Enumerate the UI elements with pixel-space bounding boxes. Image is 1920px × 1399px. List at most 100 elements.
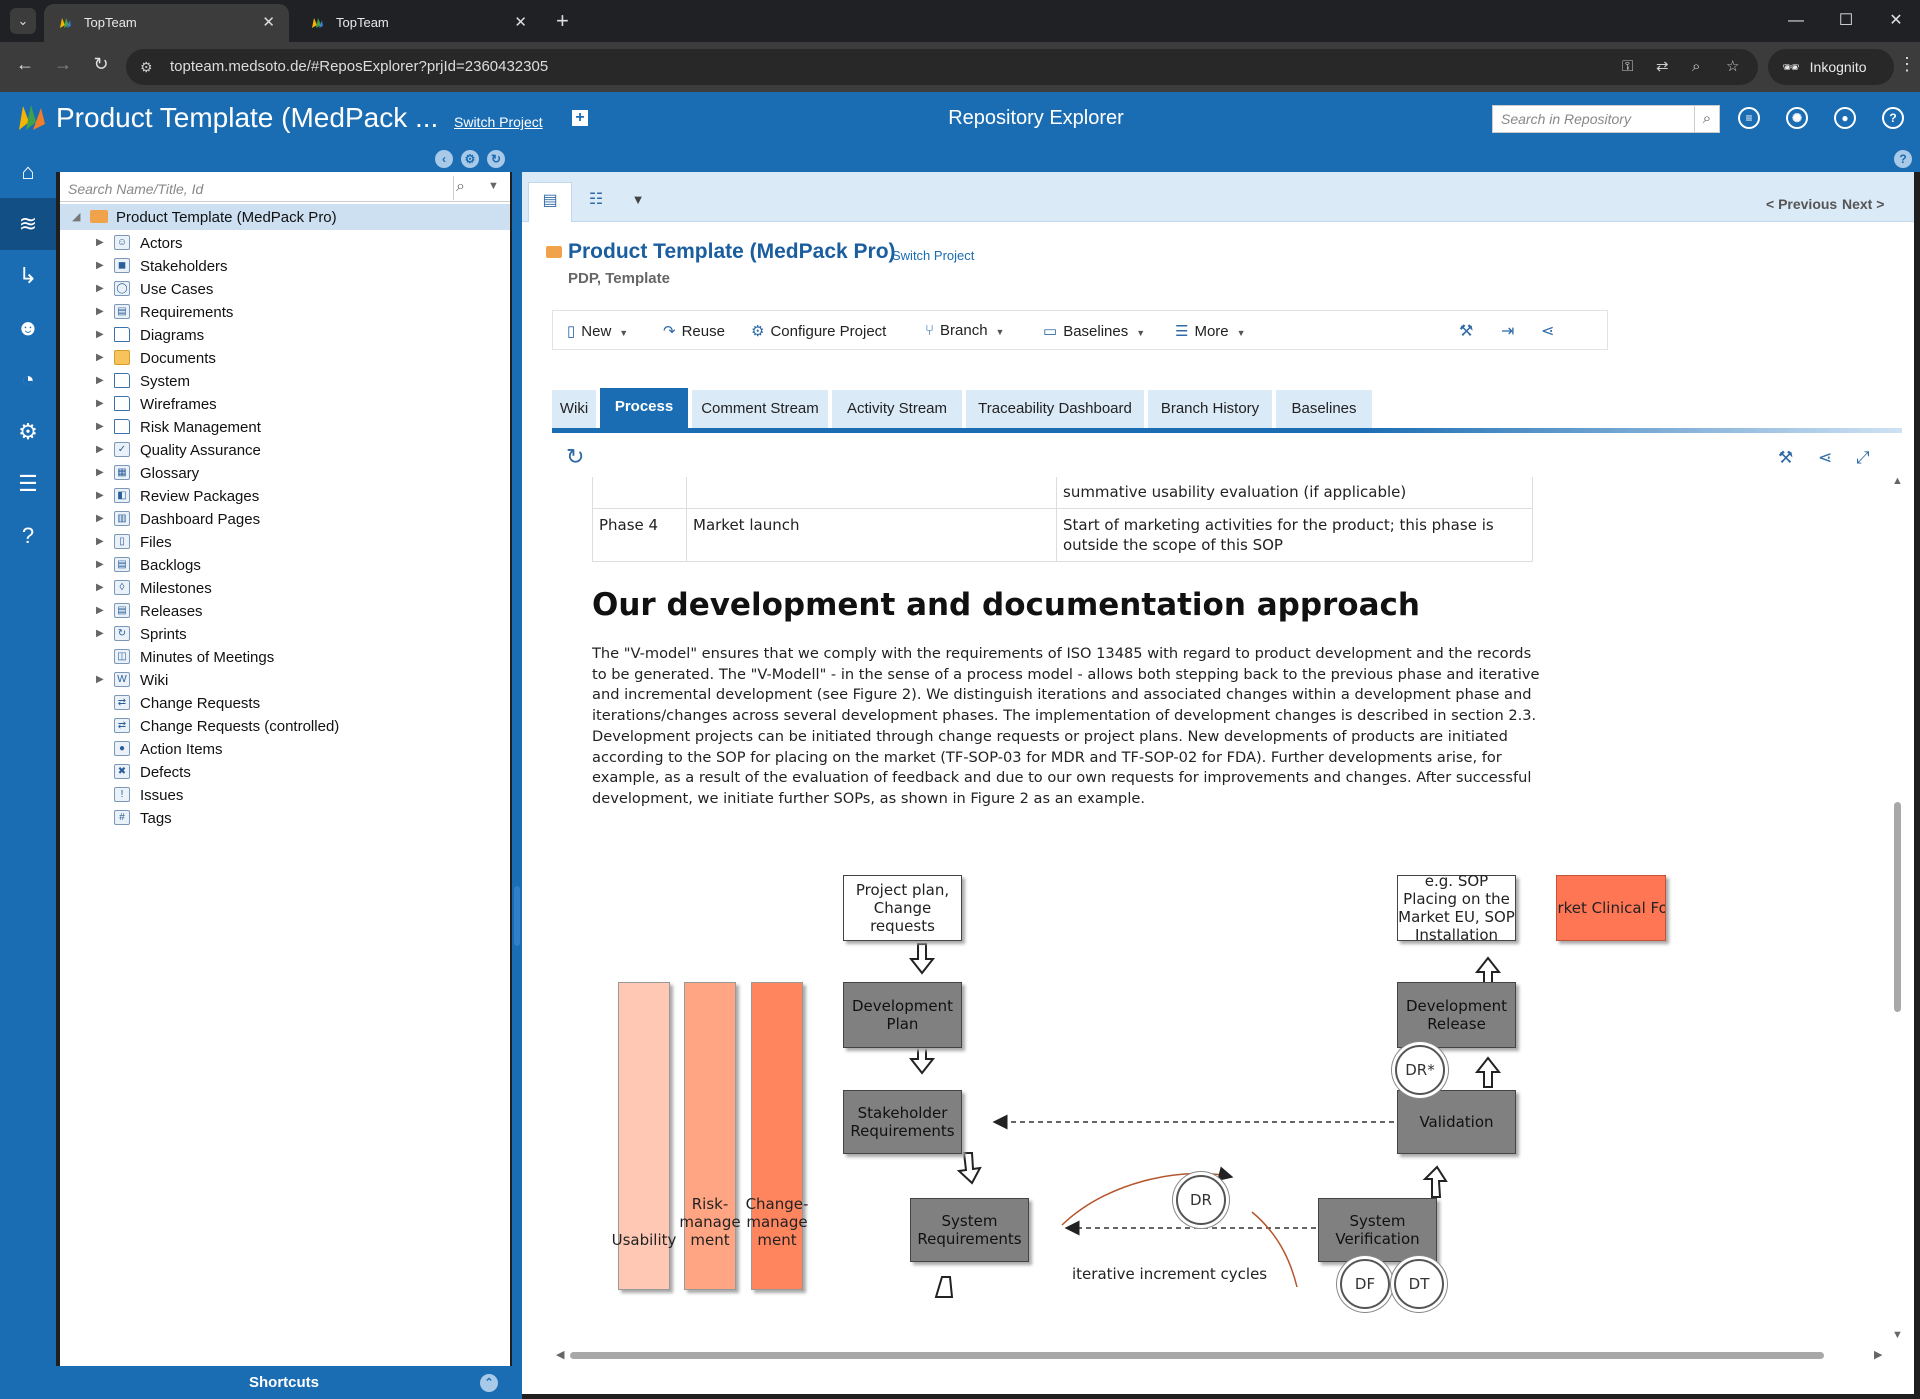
panel-splitter[interactable] (512, 146, 522, 1399)
wiki-share-icon[interactable]: ⋖ (1818, 448, 1832, 468)
baselines-button[interactable]: ▭ Baselines ▼ (1043, 322, 1145, 340)
expand-arrow-icon[interactable]: ▶ (96, 559, 104, 570)
expand-arrow-icon[interactable]: ▶ (96, 283, 104, 294)
context-help-icon[interactable]: ? (1894, 150, 1912, 168)
previous-link[interactable]: < Previous (1766, 196, 1837, 212)
repository-database-icon[interactable]: ≋ (0, 198, 56, 250)
horizontal-scrollbar[interactable]: ◀ ▶ (552, 1348, 1892, 1362)
next-link[interactable]: Next > (1842, 196, 1884, 212)
aperture-icon[interactable]: ✺ (1786, 107, 1808, 129)
user-profile-icon[interactable]: ● (1834, 107, 1856, 129)
help-icon[interactable]: ? (1882, 107, 1904, 129)
help-question-icon[interactable]: ? (0, 510, 56, 562)
vertical-scroll-thumb[interactable] (1894, 802, 1901, 1012)
details-view-icon[interactable]: ▤ (528, 182, 572, 222)
tree-settings-gear-icon[interactable]: ⚙ (461, 150, 479, 168)
scroll-left-arrow-icon[interactable]: ◀ (556, 1348, 564, 1361)
reload-icon[interactable]: ↻ (88, 54, 114, 75)
tree-view-icon[interactable]: ☷ (574, 182, 618, 222)
switch-project-link-main[interactable]: Switch Project (892, 248, 974, 263)
tree-search-input[interactable]: Search Name/Title, Id ⌕ ▼ (60, 174, 510, 202)
tab-process[interactable]: Process (600, 388, 688, 428)
password-key-icon[interactable]: ⚿ (1622, 49, 1633, 85)
expand-arrow-icon[interactable]: ▶ (96, 582, 104, 593)
forward-arrow-icon[interactable]: → (50, 54, 76, 75)
browser-menu-icon[interactable]: ⋮ (1898, 54, 1916, 75)
address-bar[interactable]: ⚙ topteam.medsoto.de/#ReposExplorer?prjI… (126, 49, 1758, 85)
maximize-window-button[interactable]: ☐ (1826, 4, 1866, 38)
reuse-button[interactable]: ↷ Reuse (663, 322, 725, 340)
search-icon[interactable]: ⌕ (1694, 105, 1720, 133)
zoom-icon[interactable]: ⌕ (1692, 49, 1700, 85)
tree-root-node[interactable]: ◢ Product Template (MedPack Pro) (60, 204, 510, 230)
expand-arrow-icon[interactable]: ▶ (96, 375, 104, 386)
scroll-right-arrow-icon[interactable]: ▶ (1874, 1348, 1882, 1361)
site-info-icon[interactable]: ⚙ (140, 49, 153, 85)
expand-arrow-icon[interactable]: ▶ (96, 306, 104, 317)
minimize-window-button[interactable]: — (1776, 4, 1816, 38)
export-icon[interactable]: ⇥ (1501, 321, 1514, 341)
horizontal-scroll-thumb[interactable] (570, 1352, 1824, 1359)
close-tab-icon[interactable]: ✕ (514, 4, 527, 42)
repository-search-input[interactable]: Search in Repository (1492, 105, 1696, 133)
close-window-button[interactable]: ✕ (1876, 4, 1916, 38)
expand-arrow-icon[interactable]: ▶ (96, 536, 104, 547)
tab-comment-stream[interactable]: Comment Stream (692, 390, 828, 428)
tab-wiki[interactable]: Wiki (552, 390, 596, 428)
pie-chart-icon[interactable]: ◔ (0, 354, 56, 406)
tree-item-tags[interactable]: # Tags (60, 805, 510, 831)
collapse-panel-icon[interactable]: ‹ (435, 150, 453, 168)
refresh-icon[interactable]: ↻ (566, 444, 584, 470)
views-dropdown-icon[interactable]: ▼ (616, 182, 660, 222)
expand-arrow-icon[interactable]: ▶ (96, 674, 104, 685)
scroll-up-arrow-icon[interactable]: ▲ (1892, 475, 1903, 487)
vertical-scrollbar[interactable]: ▲ ▼ (1890, 475, 1904, 1347)
new-button[interactable]: ▯ New ▼ (567, 322, 628, 340)
tab-baselines[interactable]: Baselines (1276, 390, 1372, 428)
tree-refresh-icon[interactable]: ↻ (487, 150, 505, 168)
expand-arrow-icon[interactable]: ▶ (96, 421, 104, 432)
tools-icon[interactable]: ⚒ (1459, 321, 1473, 341)
fullscreen-icon[interactable]: ⤢ (1856, 448, 1870, 468)
expand-arrow-icon[interactable]: ▶ (96, 605, 104, 616)
translate-icon[interactable]: ⇄ (1656, 49, 1669, 85)
settings-gear-icon[interactable]: ⚙ (0, 406, 56, 458)
close-tab-icon[interactable]: ✕ (262, 4, 275, 42)
browser-tab-1[interactable]: TopTeam ✕ (44, 4, 289, 42)
expanded-arrow-icon[interactable]: ◢ (72, 210, 80, 223)
expand-arrow-icon[interactable]: ▶ (96, 513, 104, 524)
tab-search-button[interactable]: ⌄ (10, 8, 36, 34)
tree-search-icon[interactable]: ⌕ (456, 178, 465, 196)
expand-arrow-icon[interactable]: ▶ (96, 628, 104, 639)
share-icon[interactable]: ⋖ (1541, 321, 1554, 341)
menu-circle-icon[interactable]: ≡ (1738, 107, 1760, 129)
bookmark-star-icon[interactable]: ☆ (1726, 49, 1739, 85)
expand-arrow-icon[interactable]: ▶ (96, 260, 104, 271)
expand-arrow-icon[interactable]: ▶ (96, 237, 104, 248)
tab-traceability-dashboard[interactable]: Traceability Dashboard (966, 390, 1144, 428)
shortcuts-bar[interactable]: Shortcuts ⌃ (56, 1366, 512, 1399)
expand-arrow-icon[interactable]: ▶ (96, 352, 104, 363)
back-arrow-icon[interactable]: ← (12, 54, 38, 75)
scroll-down-arrow-icon[interactable]: ▼ (1892, 1329, 1903, 1341)
expand-arrow-icon[interactable]: ▶ (96, 444, 104, 455)
workflow-arrow-icon[interactable]: ↳ (0, 250, 56, 302)
more-button[interactable]: ☰ More ▼ (1175, 322, 1246, 340)
expand-arrow-icon[interactable]: ▶ (96, 398, 104, 409)
home-icon[interactable]: ⌂ (0, 146, 56, 198)
chevron-down-icon[interactable]: ▼ (488, 180, 499, 192)
branch-button[interactable]: ⑂ Branch ▼ (925, 322, 1004, 339)
team-users-icon[interactable]: ☻ (0, 302, 56, 354)
expand-arrow-icon[interactable]: ▶ (96, 490, 104, 501)
wiki-tools-icon[interactable]: ⚒ (1778, 448, 1793, 468)
incognito-indicator[interactable]: 🕶 Inkognito (1768, 49, 1894, 85)
tab-branch-history[interactable]: Branch History (1148, 390, 1272, 428)
tab-activity-stream[interactable]: Activity Stream (832, 390, 962, 428)
expand-arrow-icon[interactable]: ▶ (96, 329, 104, 340)
browser-tab-2[interactable]: TopTeam ✕ (296, 4, 541, 42)
new-tab-button[interactable]: + (556, 4, 569, 38)
splitter-grip[interactable] (514, 886, 520, 946)
list-menu-icon[interactable]: ☰ (0, 458, 56, 510)
configure-project-button[interactable]: ⚙ Configure Project (751, 322, 886, 340)
expand-arrow-icon[interactable]: ▶ (96, 467, 104, 478)
